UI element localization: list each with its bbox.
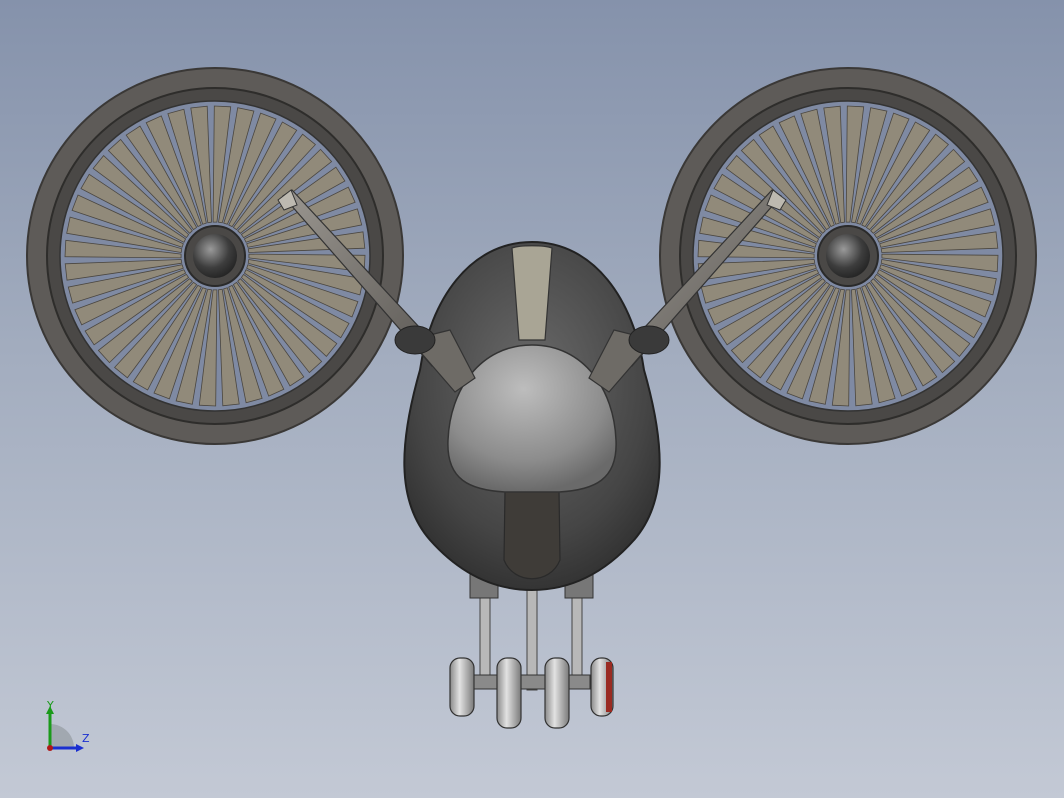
wheel	[544, 657, 570, 729]
belly-stripe	[503, 489, 561, 580]
drone-model[interactable]	[0, 0, 1064, 798]
y-axis-label: Y	[47, 699, 54, 712]
left-fan-hub	[193, 234, 237, 278]
right-fan-hub	[826, 234, 870, 278]
3d-viewport[interactable]: Y Z	[0, 0, 1064, 798]
wheel	[496, 657, 522, 729]
z-axis-arrow	[76, 744, 84, 752]
wheel	[449, 657, 475, 717]
triad-origin	[47, 745, 53, 751]
wheel	[590, 657, 614, 717]
z-axis-label: Z	[82, 732, 90, 745]
top-stripe	[511, 245, 553, 341]
orientation-triad: Y Z	[40, 698, 100, 758]
